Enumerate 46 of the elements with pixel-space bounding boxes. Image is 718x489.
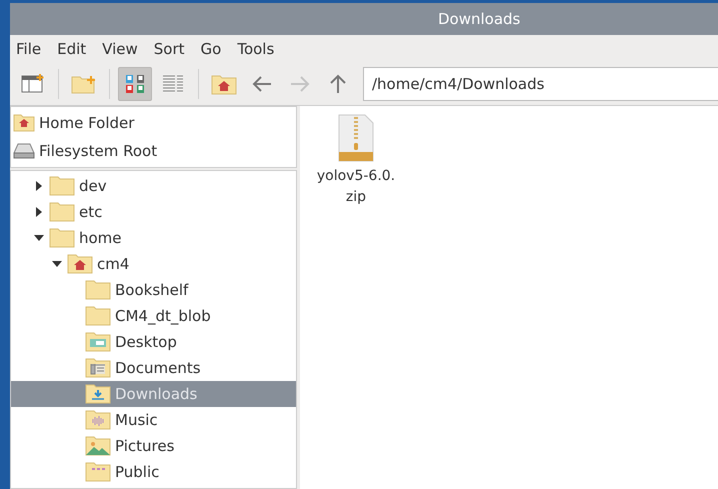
location-field[interactable]: /home/cm4/Downloads [363, 67, 718, 101]
menu-item[interactable]: View [102, 40, 138, 58]
archive-entry[interactable]: yolov5-6.0. zip [306, 114, 406, 208]
new-folder-icon [71, 74, 97, 94]
tree-item[interactable]: home [11, 225, 296, 251]
menu-item[interactable]: File [16, 40, 42, 58]
home-folder-icon [67, 254, 93, 274]
drive-icon [13, 142, 35, 160]
icon-view-icon [124, 73, 146, 95]
menu-item[interactable]: Sort [154, 40, 185, 58]
pictures-folder-icon [85, 436, 111, 456]
folder-icon [49, 176, 75, 196]
menu-item[interactable]: Go [200, 40, 222, 58]
desktop-folder-icon [85, 332, 111, 352]
tree-item[interactable]: Documents [11, 355, 296, 381]
icon-view-button[interactable] [118, 67, 152, 101]
expand-arrow-icon[interactable] [34, 181, 44, 191]
tree-item[interactable]: dev [11, 173, 296, 199]
documents-folder-icon [85, 358, 111, 378]
home-folder-icon [13, 114, 35, 132]
public-folder-icon [85, 462, 111, 482]
place-item[interactable]: Home Folder [39, 114, 134, 132]
music-folder-icon [85, 410, 111, 430]
window-title: Downloads [438, 10, 520, 28]
home-icon [211, 73, 237, 95]
collapse-arrow-icon[interactable] [34, 233, 44, 243]
tree-item[interactable]: etc [11, 199, 296, 225]
tree-item[interactable]: Bookshelf [11, 277, 296, 303]
folder-icon [49, 202, 75, 222]
folder-icon [85, 280, 111, 300]
tree-item[interactable]: Public [11, 459, 296, 485]
tree-item[interactable]: cm4 [11, 251, 296, 277]
tree-item[interactable]: CM4_dt_blob [11, 303, 296, 329]
menu-item[interactable]: Tools [237, 40, 274, 58]
downloads-folder-icon [85, 384, 111, 404]
place-item[interactable]: Filesystem Root [39, 142, 158, 160]
tree-item[interactable]: Pictures [11, 433, 296, 459]
zip-file-icon [338, 114, 374, 162]
tree-item[interactable]: Desktop [11, 329, 296, 355]
folder-icon [85, 306, 111, 326]
folder-icon [49, 228, 75, 248]
menu-item[interactable]: Edit [57, 40, 86, 58]
collapse-arrow-icon[interactable] [52, 259, 62, 269]
expand-arrow-icon[interactable] [34, 207, 44, 217]
tree-item[interactable]: Music [11, 407, 296, 433]
new-window-icon [21, 74, 45, 94]
